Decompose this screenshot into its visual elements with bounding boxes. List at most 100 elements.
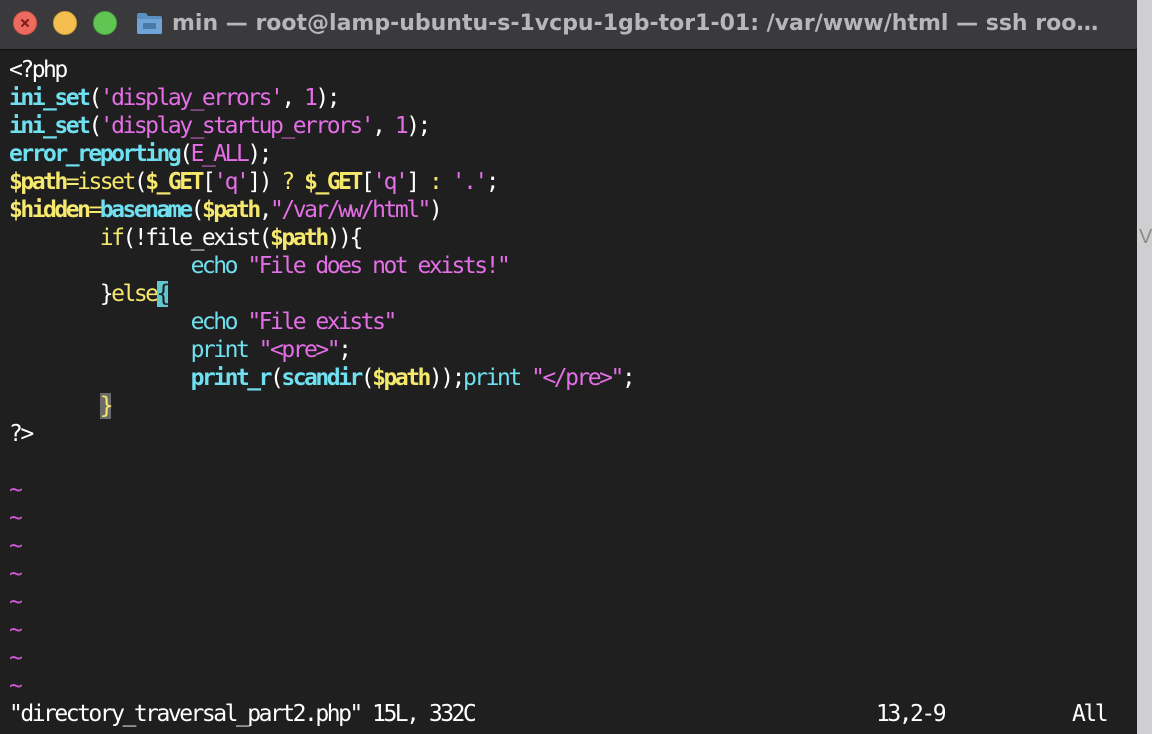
code-token: ); [247,141,272,167]
code-token: print_r [190,365,273,391]
close-button[interactable] [13,11,37,35]
vim-status-line: "directory_traversal_part2.php" 15L, 332… [9,700,1129,728]
code-token: 'display_startup_errors' [99,113,375,139]
code-line[interactable]: error_reporting(E_ALL); [9,140,1129,168]
code-token: ] [406,169,429,195]
code-token: echo [190,253,239,279]
code-token: [ [360,169,375,195]
code-token: , [281,85,305,111]
code-line[interactable]: ~ [9,616,1129,644]
code-line[interactable]: echo "File exists" [9,308,1129,336]
empty-line-marker: ~ [9,673,23,699]
folder-icon [137,13,162,34]
code-token: scandir [281,365,363,391]
code-token: E_ALL [190,141,250,167]
vim-editor-buffer[interactable]: <?php ini_set('display_errors', 1); ini_se… [9,56,1129,700]
code-token: ( [190,197,205,223]
title-bar[interactable]: min — root@lamp-ubuntu-s-1vcpu-1gb-tor1-… [0,0,1137,50]
code-line[interactable]: ?> [9,420,1129,448]
code-line[interactable]: ~ [9,588,1129,616]
code-token: "File does not exists!" [247,253,511,279]
code-token: '.' [451,169,489,195]
code-token: "/var/ww/html" [270,197,431,223]
code-line[interactable]: $hidden=basename($path,"/var/ww/html") [9,196,1129,224]
code-token: ?> [9,421,34,447]
code-line[interactable]: ini_set('display_errors', 1); [9,84,1129,112]
code-line[interactable]: ini_set('display_startup_errors', 1); [9,112,1129,140]
code-token: ); [406,113,431,139]
code-token: )){ [326,225,364,251]
code-token: print [190,337,250,363]
code-token: ini_set [9,113,91,139]
code-token: ( [88,85,102,111]
terminal-window: min — root@lamp-ubuntu-s-1vcpu-1gb-tor1-… [0,0,1137,734]
code-line[interactable]: ~ [9,504,1129,532]
code-line[interactable]: <?php [9,56,1129,84]
code-line[interactable]: ~ [9,560,1129,588]
code-line[interactable]: print_r(scandir($path));print "</pre>"; [9,364,1129,392]
code-token: ( [179,141,193,167]
status-scroll-indicator: All [1072,701,1109,727]
code-token: else [111,281,159,307]
code-token: $path [201,197,261,223]
code-token: ( [88,113,102,139]
code-token: ) [428,197,443,223]
code-token: (!file_exist( [122,225,272,251]
code-token: if [99,225,125,251]
code-token: echo [190,309,239,335]
code-token: isset [77,169,136,195]
code-token: print [462,365,522,391]
background-window-edge: V [1137,0,1152,734]
desktop: min — root@lamp-ubuntu-s-1vcpu-1gb-tor1-… [0,0,1152,734]
code-token: , [372,113,395,139]
code-line[interactable]: ~ [9,476,1129,504]
empty-line-marker: ~ [9,617,23,643]
code-token: $_GET [304,169,363,195]
code-line[interactable]: ~ [9,672,1129,700]
code-token: : [429,169,443,195]
empty-line-marker: ~ [9,561,23,587]
code-line[interactable]: ~ [9,644,1129,672]
code-token: ]) [247,169,282,195]
code-token: 'q' [372,169,409,195]
code-token: ; [485,169,500,195]
code-line[interactable]: print "<pre>"; [9,336,1129,364]
code-token: = [65,169,80,195]
code-line[interactable] [9,448,1129,476]
code-token: ( [133,169,148,195]
code-token: 'q' [213,169,250,195]
empty-line-marker: ~ [9,505,23,531]
code-token: "File exists" [247,309,397,335]
code-token: ; [621,365,636,391]
code-token: "</pre>" [531,365,624,391]
code-line[interactable]: if(!file_exist($path)){ [9,224,1129,252]
code-line[interactable]: }else{ [9,280,1129,308]
zoom-button[interactable] [93,11,117,35]
empty-line-marker: ~ [9,645,23,671]
code-token: ? [281,169,295,195]
empty-line-marker: ~ [9,533,23,559]
code-token: 1 [304,85,318,111]
code-token: )); [428,365,466,391]
code-line[interactable]: echo "File does not exists!" [9,252,1129,280]
code-line[interactable]: } [9,392,1129,420]
background-window-glyph: V [1139,226,1152,248]
text-cursor: { [156,281,170,307]
code-line[interactable]: ~ [9,532,1129,560]
code-token: ( [360,365,375,391]
empty-line-marker: ~ [9,477,23,503]
status-file-info: "directory_traversal_part2.php" 15L, 332… [9,701,477,727]
minimize-button[interactable] [53,11,77,35]
status-cursor-position: 13,2-9 [876,701,947,727]
code-token: $_GET [145,169,204,195]
code-token: } [9,281,114,307]
code-line[interactable]: $path=isset($_GET['q']) ? $_GET['q'] : '… [9,168,1129,196]
